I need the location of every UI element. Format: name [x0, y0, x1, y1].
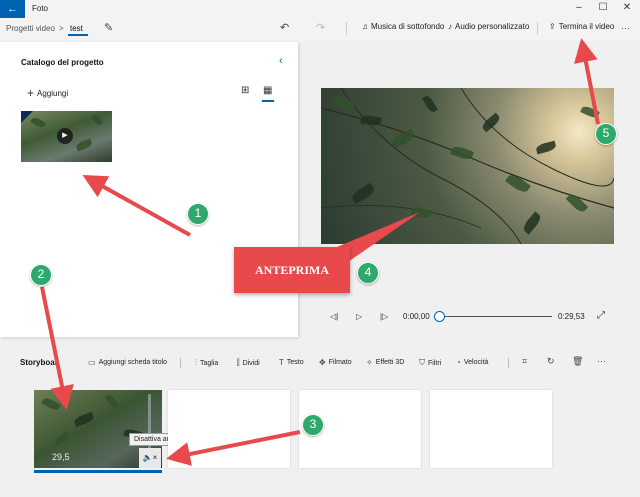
- rename-pencil-icon[interactable]: ✎: [104, 21, 113, 34]
- breadcrumb-root[interactable]: Progetti video: [6, 24, 55, 33]
- plus-icon: +: [27, 86, 35, 100]
- thumbnail-leaf: [75, 138, 93, 152]
- annotation-badge-3: 3: [302, 414, 324, 436]
- speaker-mute-icon: 🔈×: [142, 453, 158, 462]
- storyboard-divider: [508, 358, 509, 368]
- minimize-button[interactable]: –: [570, 2, 588, 13]
- filters-label: Filtri: [428, 359, 442, 367]
- title-bar: ← Foto – ☐ ✕: [0, 0, 640, 18]
- breadcrumb-current[interactable]: test: [70, 24, 83, 33]
- annotation-badge-1: 1: [187, 203, 209, 225]
- split-button[interactable]: ⫿ Dividi: [237, 358, 260, 368]
- split-label: Dividi: [242, 359, 260, 367]
- video-preview[interactable]: [321, 88, 614, 244]
- custom-audio-label: Audio personalizzato: [455, 22, 530, 31]
- mute-audio-button[interactable]: 🔈×: [139, 448, 161, 468]
- view-active-indicator: [262, 100, 274, 102]
- clip-leaf: [41, 396, 61, 412]
- storyboard-toolbar: Storyboar ▭ Aggiungi scheda titolo ⫶ Tag…: [0, 348, 640, 374]
- next-frame-button[interactable]: |▷: [380, 312, 388, 321]
- clip-duration: 29,5: [52, 452, 70, 462]
- add-media-button[interactable]: + Aggiungi: [27, 86, 68, 100]
- trim-button[interactable]: ⫶ Taglia: [195, 358, 218, 368]
- 3d-effects-button[interactable]: ✧ Effetti 3D: [366, 358, 404, 367]
- maximize-button[interactable]: ☐: [594, 2, 612, 13]
- custom-audio-button[interactable]: ♪ Audio personalizzato: [448, 22, 529, 31]
- storyboard-empty-slot[interactable]: [430, 390, 552, 468]
- 3d-effects-label: Effetti 3D: [375, 359, 405, 366]
- trim-label: Taglia: [200, 359, 219, 367]
- annotation-badge-2: 2: [30, 264, 52, 286]
- storyboard-title: Storyboar: [20, 358, 58, 367]
- toolbar: Progetti video > test ✎ ↶ ↷ ♫ Musica di …: [0, 18, 640, 41]
- split-icon: ⫿: [237, 358, 240, 367]
- audio-person-icon: ♪: [448, 22, 452, 31]
- seek-bar-thumb[interactable]: [434, 311, 445, 322]
- storyboard-more-icon[interactable]: ···: [597, 356, 606, 366]
- play-button[interactable]: ▷: [356, 312, 362, 321]
- project-library-title: Catalogo del progetto: [21, 58, 104, 67]
- back-button[interactable]: ←: [0, 0, 25, 18]
- crop-icon[interactable]: ⌗: [522, 356, 527, 367]
- clip-leaf: [53, 431, 71, 446]
- large-grid-view-icon[interactable]: ⊞: [241, 85, 249, 96]
- fullscreen-icon[interactable]: ⤢: [597, 310, 605, 321]
- motion-icon: ✥: [319, 358, 326, 367]
- delete-icon[interactable]: 🗑: [572, 356, 583, 367]
- text-icon: T: [279, 358, 284, 367]
- motion-label: Filmato: [328, 359, 352, 366]
- thumbnail-leaf: [90, 113, 104, 127]
- current-time: 0:00,00: [403, 312, 430, 321]
- previous-frame-button[interactable]: ◁|: [330, 312, 338, 321]
- undo-icon[interactable]: ↶: [280, 21, 289, 34]
- rotate-icon[interactable]: ↻: [547, 356, 555, 367]
- small-grid-view-icon[interactable]: ▦: [263, 85, 272, 96]
- add-title-card-button[interactable]: ▭ Aggiungi scheda titolo: [88, 358, 167, 367]
- total-duration: 0:29,53: [558, 312, 585, 321]
- library-video-thumbnail[interactable]: ▶: [21, 111, 112, 162]
- speed-label: Velocità: [463, 359, 489, 366]
- 3d-effects-icon: ✧: [366, 358, 373, 367]
- title-card-icon: ▭: [88, 358, 96, 367]
- collapse-panel-chevron-icon[interactable]: ‹: [279, 55, 283, 67]
- speed-button[interactable]: ◔ Velocità: [456, 358, 488, 367]
- annotation-badge-4: 4: [357, 262, 379, 284]
- video-play-icon: ▶: [57, 128, 73, 144]
- preview-callout: ANTEPRIMA: [234, 247, 350, 293]
- breadcrumb-separator: >: [59, 24, 64, 33]
- redo-icon[interactable]: ↷: [316, 21, 325, 34]
- clip-leaf: [104, 392, 120, 411]
- add-media-label: Aggiungi: [37, 88, 69, 98]
- finish-video-button[interactable]: ⇪ Termina il video: [549, 22, 614, 31]
- back-arrow-icon: ←: [7, 3, 18, 15]
- app-title: Foto: [32, 4, 49, 13]
- filters-button[interactable]: ⛉ Filtri: [419, 358, 441, 368]
- toolbar-divider: [346, 22, 347, 35]
- speed-icon: ◔: [456, 358, 461, 367]
- seek-bar-track[interactable]: [440, 316, 552, 317]
- clip-selected-indicator: [34, 470, 162, 473]
- trim-icon: ⫶: [195, 358, 197, 367]
- motion-button[interactable]: ✥ Filmato: [319, 358, 352, 367]
- background-music-label: Musica di sottofondo: [371, 22, 445, 31]
- thumbnail-leaf: [30, 115, 46, 130]
- storyboard-empty-slot[interactable]: [168, 390, 290, 468]
- annotation-badge-5: 5: [595, 123, 617, 145]
- clip-leaf: [73, 411, 95, 428]
- breadcrumb-active-indicator: [68, 34, 88, 36]
- text-label: Testo: [286, 359, 304, 366]
- preview-foliage: [321, 88, 614, 244]
- toolbar-divider: [537, 22, 538, 35]
- add-title-card-label: Aggiungi scheda titolo: [98, 359, 168, 366]
- filters-icon: ⛉: [419, 358, 425, 367]
- close-button[interactable]: ✕: [618, 2, 636, 13]
- more-options-icon[interactable]: ···: [621, 23, 630, 33]
- background-music-button[interactable]: ♫ Musica di sottofondo: [362, 22, 444, 31]
- export-share-icon: ⇪: [549, 22, 556, 31]
- finish-video-label: Termina il video: [558, 22, 615, 31]
- text-button[interactable]: T Testo: [279, 358, 304, 367]
- music-note-icon: ♫: [362, 22, 368, 31]
- storyboard-divider: [180, 358, 181, 368]
